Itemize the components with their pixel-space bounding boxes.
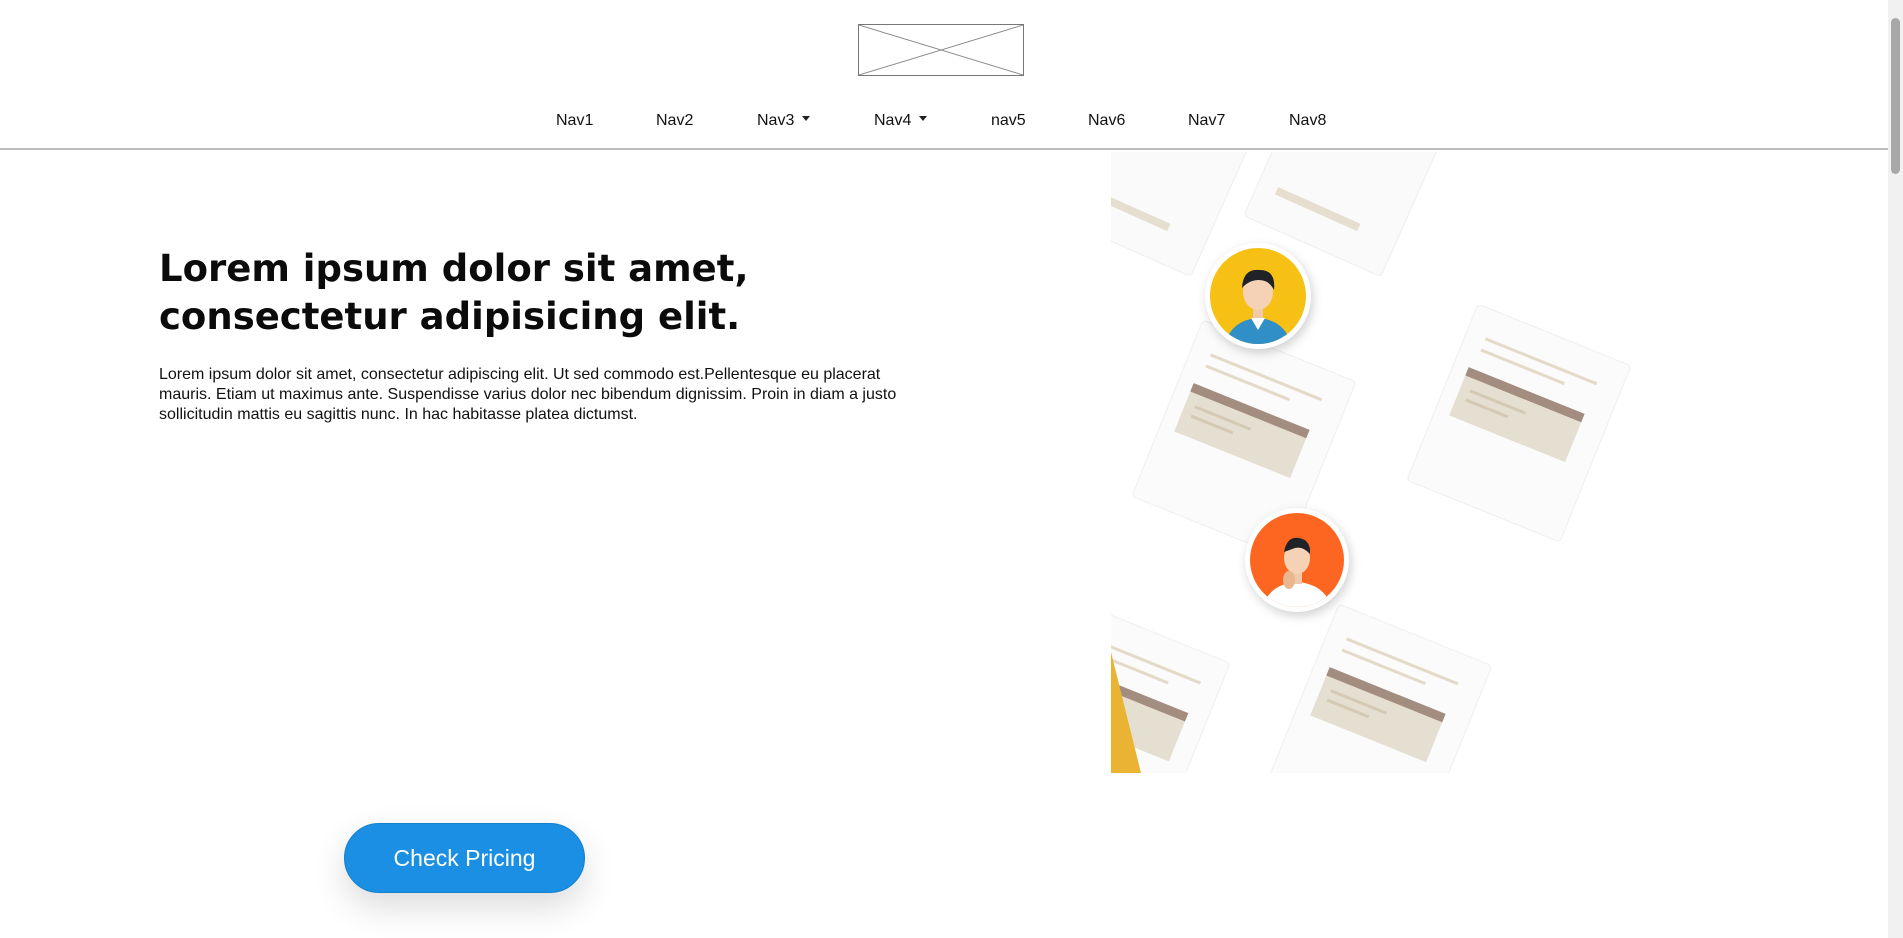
nav-item-nav6[interactable]: Nav6 xyxy=(1088,108,1125,134)
nav-label: Nav8 xyxy=(1289,112,1327,129)
site-header: Nav1 Nav2 Nav3 Nav4 nav5 Nav6 Nav7 Nav8 xyxy=(0,0,1888,150)
hero-description: Lorem ipsum dolor sit amet, consectetur … xyxy=(159,366,897,423)
nav-item-nav5[interactable]: nav5 xyxy=(991,108,1026,134)
profile-card-shape xyxy=(1407,304,1631,542)
nav-item-nav3[interactable]: Nav3 xyxy=(757,108,811,134)
check-pricing-button[interactable]: Check Pricing xyxy=(344,823,585,893)
nav-label: Nav4 xyxy=(874,112,912,129)
nav-label: Nav7 xyxy=(1188,112,1226,129)
nav-label: Nav3 xyxy=(757,112,795,129)
nav-label: Nav2 xyxy=(656,112,694,129)
nav-item-nav8[interactable]: Nav8 xyxy=(1289,108,1326,134)
nav-item-nav2[interactable]: Nav2 xyxy=(656,108,693,134)
profile-cards-illustration xyxy=(1111,152,1632,773)
hero-title: Lorem ipsum dolor sit amet, consectetur … xyxy=(159,247,749,338)
nav-label: Nav6 xyxy=(1088,112,1126,129)
caret-down-icon xyxy=(919,116,928,122)
caret-down-icon xyxy=(802,116,811,122)
profile-card-shape xyxy=(1268,604,1492,773)
page-scrollbar[interactable] xyxy=(1888,0,1903,938)
main-nav: Nav1 Nav2 Nav3 Nav4 nav5 Nav6 Nav7 Nav8 xyxy=(0,108,1888,134)
nav-item-nav7[interactable]: Nav7 xyxy=(1188,108,1225,134)
nav-item-nav1[interactable]: Nav1 xyxy=(556,108,593,134)
nav-label: Nav1 xyxy=(556,112,594,129)
logo-placeholder-icon[interactable] xyxy=(858,24,1024,76)
scrollbar-thumb[interactable] xyxy=(1891,18,1900,174)
nav-label: nav5 xyxy=(991,112,1026,129)
orange-avatar-icon xyxy=(1245,508,1349,612)
nav-item-nav4[interactable]: Nav4 xyxy=(874,108,928,134)
